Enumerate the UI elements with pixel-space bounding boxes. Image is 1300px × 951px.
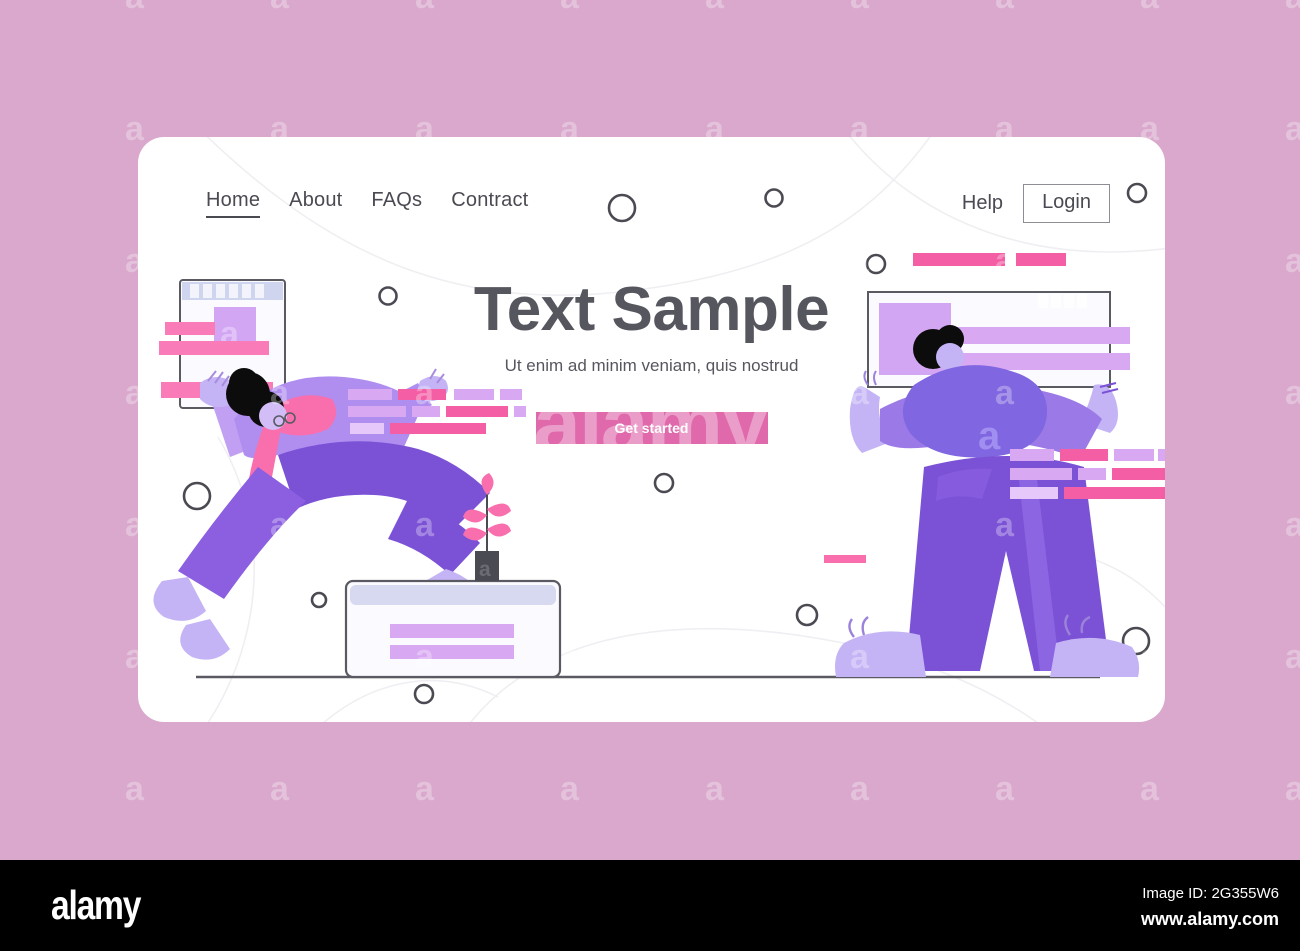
nav-actions: Help Login: [962, 184, 1110, 223]
accent-dash: [824, 555, 866, 563]
right-text-bar-grid: [1010, 449, 1165, 499]
watermark-letter: a: [125, 0, 144, 14]
watermark-letter: a: [1285, 506, 1300, 544]
watermark-letter: a: [1140, 0, 1159, 14]
watermark-letter: a: [1285, 770, 1300, 808]
nav-link-contract[interactable]: Contract: [451, 189, 528, 212]
watermark-letter: a: [995, 0, 1014, 14]
watermark-letter: a: [1285, 110, 1300, 148]
watermark-letter: a: [270, 0, 289, 14]
watermark-letter: a: [415, 0, 434, 14]
watermark-letter: a: [415, 770, 434, 808]
watermark-letter: a: [850, 770, 869, 808]
alamy-url-label: www.alamy.com: [1140, 909, 1279, 929]
watermark-letter: a: [705, 770, 724, 808]
right-person-shoe-1: [835, 631, 926, 677]
watermark-letter: a: [125, 770, 144, 808]
right-person-shoe-2: [1050, 637, 1140, 677]
get-started-button[interactable]: Get started: [535, 412, 768, 445]
hero-text-block: Text Sample Ut enim ad minim veniam, qui…: [138, 275, 1165, 445]
watermark-letter: a: [560, 770, 579, 808]
watermark-letter: a: [1285, 374, 1300, 412]
watermark-letter: a: [1285, 0, 1300, 14]
alamy-logo: alamy: [51, 882, 141, 928]
watermark-letter: a: [1285, 638, 1300, 676]
nav-link-about[interactable]: About: [289, 189, 342, 212]
watermark-letter: a: [560, 0, 579, 14]
watermark-letter: a: [1140, 770, 1159, 808]
left-person-shoe-1: [153, 577, 206, 621]
login-button[interactable]: Login: [1023, 184, 1110, 223]
watermark-letter: a: [995, 770, 1014, 808]
footer-bar: alamy Image ID: 2G355W6 www.alamy.com: [0, 860, 1300, 951]
page-title: Text Sample: [473, 275, 830, 344]
watermark-letter: a: [270, 770, 289, 808]
navbar: Home About FAQs Contract Help Login: [138, 137, 1165, 267]
watermark-letter: a: [1285, 242, 1300, 280]
hero-card: a a a Home About FAQs Contract Help Logi…: [138, 137, 1165, 722]
image-id-label: Image ID: 2G355W6: [1142, 885, 1279, 902]
left-person-shoe-2: [180, 619, 230, 660]
nav-link-home[interactable]: Home: [206, 189, 261, 218]
svg-text:a: a: [479, 558, 491, 581]
watermark-letter: a: [705, 0, 724, 14]
page-subtitle: Ut enim ad minim veniam, quis nostrud: [504, 356, 799, 376]
nav-links: Home About FAQs Contract: [206, 189, 528, 218]
nav-link-faqs[interactable]: FAQs: [371, 189, 422, 212]
center-box: [344, 579, 562, 679]
help-link[interactable]: Help: [962, 192, 1003, 215]
watermark-letter: a: [850, 0, 869, 14]
